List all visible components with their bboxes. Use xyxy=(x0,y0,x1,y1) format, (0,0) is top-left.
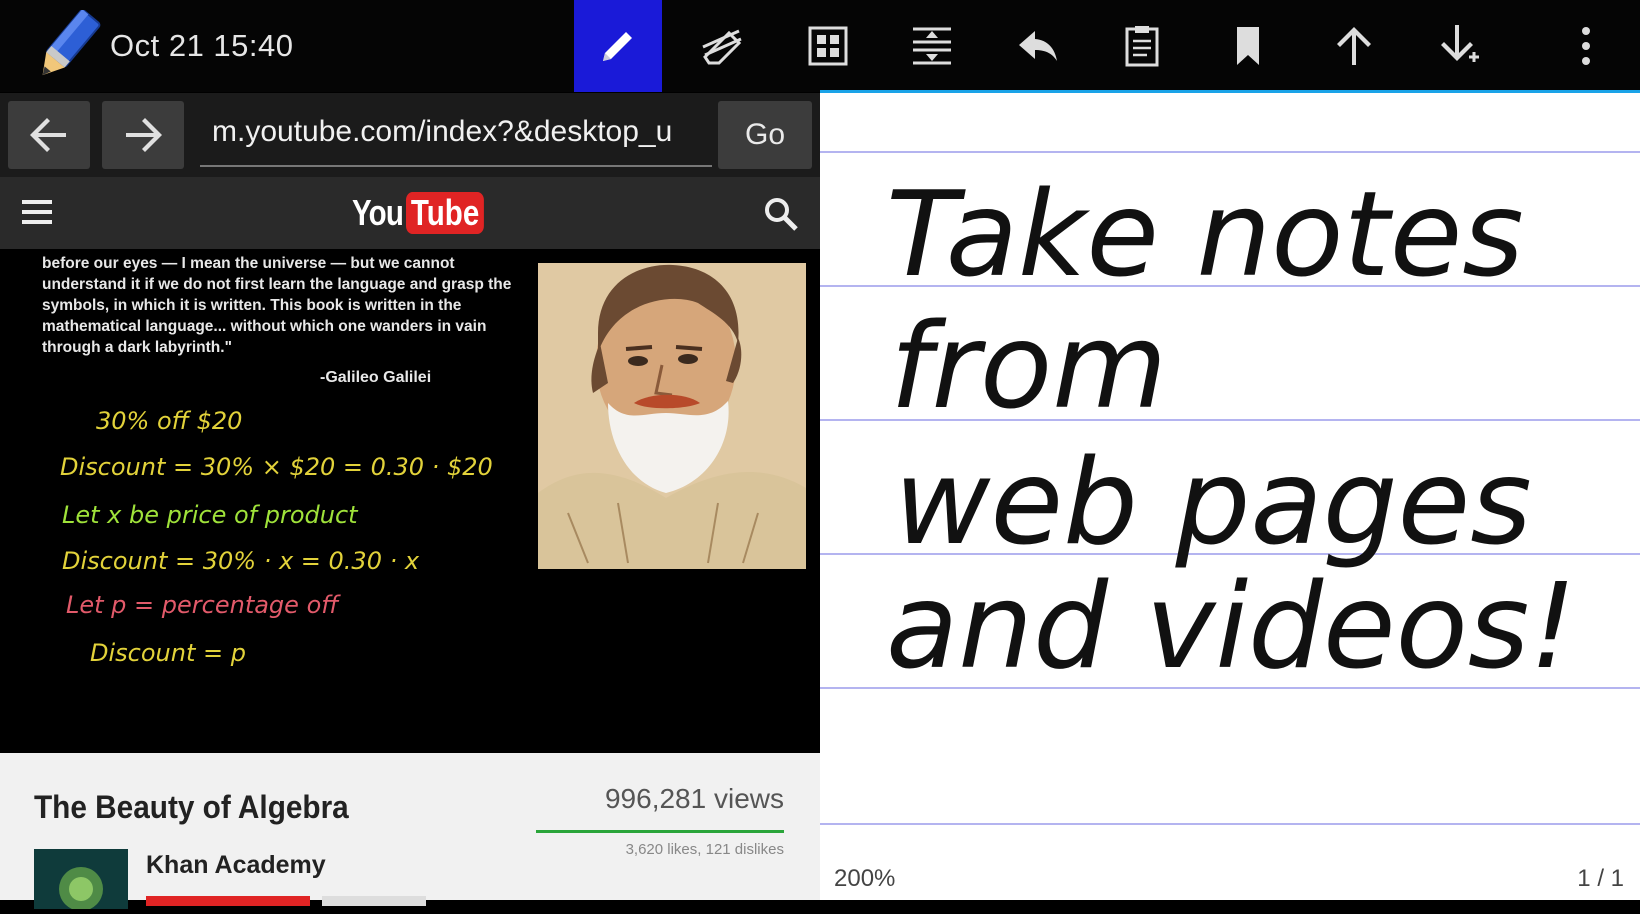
arrow-right-icon xyxy=(126,118,162,152)
eraser-tool-button[interactable] xyxy=(678,0,766,92)
hamburger-menu-icon[interactable] xyxy=(20,195,54,229)
more-vert-icon xyxy=(1582,27,1590,65)
arrow-down-plus-icon xyxy=(1441,25,1479,62)
tree-icon xyxy=(59,867,103,911)
math-line-4: Discount = 30% · x = 0.30 · x xyxy=(62,547,420,575)
insert-space-tool-button[interactable] xyxy=(888,0,976,92)
handwriting-line-4: and videos! xyxy=(886,557,1577,695)
clipboard-icon xyxy=(1125,26,1159,67)
browser-pane: m.youtube.com/index?&desktop_u Go You Tu… xyxy=(0,93,820,911)
go-button[interactable]: Go xyxy=(718,101,812,169)
note-pane[interactable]: Take notes from web pages and videos! 20… xyxy=(820,93,1640,900)
handwriting-line-1: Take notes xyxy=(886,165,1524,303)
search-icon[interactable] xyxy=(762,195,800,233)
grid-tool-button[interactable] xyxy=(784,0,872,92)
undo-icon xyxy=(1019,31,1057,61)
math-line-6: Discount = p xyxy=(90,639,246,667)
bookmark-icon xyxy=(1237,27,1259,65)
video-quote-text: before our eyes — I mean the universe — … xyxy=(42,255,512,356)
video-info-panel: The Beauty of Algebra 996,281 views 3,62… xyxy=(0,753,820,911)
zoom-level: 200% xyxy=(834,865,896,892)
status-clock: Oct 21 15:40 xyxy=(110,28,294,63)
handwriting-canvas[interactable]: Take notes from web pages and videos! xyxy=(820,93,1640,900)
math-line-1: 30% off $20 xyxy=(96,407,243,435)
handwriting-line-3: web pages xyxy=(894,433,1532,571)
video-title: The Beauty of Algebra xyxy=(34,789,349,825)
youtube-logo[interactable]: You Tube xyxy=(352,189,502,237)
bookmark-tool-button[interactable] xyxy=(1204,0,1292,92)
channel-name[interactable]: Khan Academy xyxy=(146,851,326,880)
overflow-menu-button[interactable] xyxy=(1542,0,1630,92)
like-count: 3,620 likes, 121 dislikes xyxy=(625,841,784,858)
galileo-portrait xyxy=(538,263,806,569)
eraser-icon xyxy=(702,29,742,65)
arrow-left-icon xyxy=(30,118,66,152)
math-line-2: Discount = 30% × $20 = 0.30 · $20 xyxy=(60,453,493,481)
clipboard-tool-button[interactable] xyxy=(1098,0,1186,92)
url-input[interactable]: m.youtube.com/index?&desktop_u xyxy=(200,99,712,167)
page-up-tool-button[interactable] xyxy=(1310,0,1398,92)
url-bar: m.youtube.com/index?&desktop_u Go xyxy=(0,93,820,177)
app-logo-pencil-icon xyxy=(30,9,105,82)
youtube-header: You Tube xyxy=(0,177,820,249)
like-ratio-bar xyxy=(536,830,784,833)
insert-space-icon xyxy=(913,27,951,65)
video-quote-author: -Galileo Galilei xyxy=(320,369,432,386)
math-line-3: Let x be price of product xyxy=(62,501,358,529)
logo-tube-text: Tube xyxy=(406,192,485,234)
video-player[interactable]: before our eyes — I mean the universe — … xyxy=(0,249,820,753)
page-add-tool-button[interactable] xyxy=(1414,0,1502,92)
logo-you-text: You xyxy=(352,192,404,233)
subscriber-count-box xyxy=(322,896,426,906)
channel-avatar[interactable] xyxy=(34,849,128,911)
forward-button[interactable] xyxy=(102,101,184,169)
pen-tool-button[interactable] xyxy=(574,0,662,92)
view-count: 996,281 views xyxy=(604,783,784,814)
action-bar: Oct 21 15:40 xyxy=(0,0,1640,93)
arrow-up-icon xyxy=(1337,27,1371,65)
math-line-5: Let p = percentage off xyxy=(66,591,339,619)
subscribe-button[interactable] xyxy=(146,896,310,906)
undo-tool-button[interactable] xyxy=(994,0,1082,92)
grid-icon xyxy=(808,26,848,66)
handwriting-line-2: from xyxy=(890,297,1167,435)
page-indicator: 1 / 1 xyxy=(1577,865,1624,892)
pencil-icon xyxy=(603,32,632,61)
back-button[interactable] xyxy=(8,101,90,169)
